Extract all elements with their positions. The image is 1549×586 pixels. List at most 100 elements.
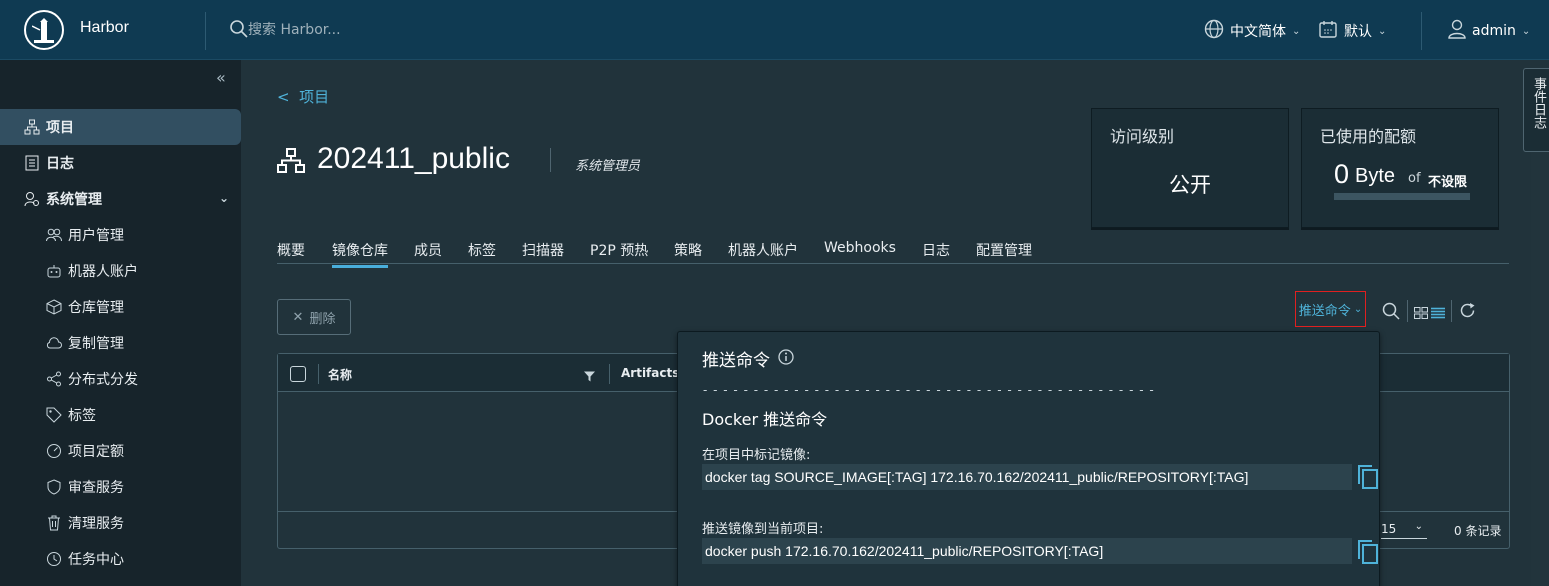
sidebar-item-labels[interactable]: 标签	[0, 397, 241, 433]
tab-summary[interactable]: 概要	[277, 240, 305, 260]
sidebar-item-label: 分布式分发	[68, 372, 138, 388]
project-title: 202411_public	[317, 142, 510, 175]
column-artifacts[interactable]: Artifacts	[621, 366, 679, 380]
tag-icon	[46, 407, 62, 423]
tag-command[interactable]: docker tag SOURCE_IMAGE[:TAG] 172.16.70.…	[702, 464, 1352, 490]
user-menu[interactable]: admin ⌄	[1448, 19, 1530, 43]
column-separator	[318, 364, 319, 384]
push-command-label-text: 推送镜像到当前项目:	[702, 522, 824, 537]
title-divider	[550, 148, 551, 172]
card-view-icon[interactable]	[1414, 304, 1428, 323]
sidebar-item-label: 审查服务	[68, 480, 124, 496]
copy-icon[interactable]	[1358, 540, 1378, 568]
push-command-popover: 推送命令 - - - - - - - - - - - - - - - - - -…	[677, 331, 1380, 586]
tab-configuration[interactable]: 配置管理	[976, 240, 1032, 260]
sidebar-item-label: 标签	[68, 408, 96, 424]
tag-command-label: 在项目中标记镜像:	[702, 448, 811, 463]
sidebar-item-projects[interactable]: 项目	[0, 109, 241, 145]
toolbar-divider	[1451, 300, 1452, 322]
refresh-icon[interactable]	[1459, 302, 1476, 323]
sidebar-item-logs[interactable]: 日志	[0, 145, 241, 181]
quota-limit: 不设限	[1428, 175, 1468, 190]
gauge-icon	[46, 443, 62, 459]
filter-icon[interactable]	[584, 367, 595, 386]
tab-scanner[interactable]: 扫描器	[522, 240, 564, 260]
quota-progress-bar	[1334, 193, 1470, 200]
chevron-down-icon: ⌄	[1292, 25, 1301, 37]
sidebar-item-admin[interactable]: 系统管理 ⌄	[0, 181, 241, 217]
event-log-tab[interactable]: 事件日志	[1523, 68, 1549, 152]
back-to-projects-link[interactable]: < 项目	[277, 86, 329, 107]
admin-icon	[24, 191, 40, 207]
access-level-value: 公开	[1169, 173, 1211, 197]
copy-icon[interactable]	[1358, 465, 1378, 493]
page-size-select[interactable]: 15 ⌄	[1381, 521, 1427, 539]
sidebar-item-cleanup[interactable]: 清理服务	[0, 505, 241, 541]
sidebar-item-label: 清理服务	[68, 516, 124, 532]
sidebar-item-registries[interactable]: 仓库管理	[0, 289, 241, 325]
list-view-icon[interactable]	[1431, 304, 1445, 323]
quota-of: of	[1408, 171, 1421, 186]
access-level-title: 访问级别	[1110, 127, 1175, 146]
tab-policy[interactable]: 策略	[674, 240, 702, 260]
tab-logs[interactable]: 日志	[922, 240, 950, 260]
users-icon	[46, 227, 62, 243]
language-label: 中文简体	[1230, 24, 1286, 40]
popover-title: 推送命令	[702, 351, 770, 371]
scrollbar[interactable]	[1531, 152, 1549, 586]
sidebar-item-label: 任务中心	[68, 552, 124, 568]
page-size-value: 15	[1381, 522, 1397, 536]
quota-title: 已使用的配额	[1320, 127, 1417, 146]
tab-labels[interactable]: 标签	[468, 240, 496, 260]
chevron-down-icon: ⌄	[1378, 25, 1387, 37]
delete-label: 删除	[309, 311, 336, 327]
theme-switcher[interactable]: 默认 ⌄	[1318, 19, 1386, 43]
header-divider	[1421, 12, 1422, 50]
language-switcher[interactable]: 中文简体 ⌄	[1204, 19, 1300, 43]
top-header: Harbor 中文简体 ⌄ 默认 ⌄ admin ⌄	[0, 0, 1549, 60]
select-all-checkbox[interactable]	[290, 366, 306, 382]
header-divider	[205, 12, 206, 50]
sidebar-item-quotas[interactable]: 项目定额	[0, 433, 241, 469]
sidebar-item-replication[interactable]: 复制管理	[0, 325, 241, 361]
tab-robot-accounts[interactable]: 机器人账户	[728, 240, 798, 260]
event-log-label: 事件日志	[1531, 77, 1546, 129]
project-role: 系统管理员	[575, 159, 641, 174]
column-name[interactable]: 名称	[328, 366, 352, 383]
sidebar-item-label: 项目	[46, 120, 74, 136]
delete-button[interactable]: ✕ 删除	[277, 299, 351, 335]
toolbar-divider	[1407, 300, 1408, 322]
sidebar-item-distribution[interactable]: 分布式分发	[0, 361, 241, 397]
sidebar-item-label: 复制管理	[68, 336, 124, 352]
project-icon	[24, 119, 40, 135]
docker-heading: Docker 推送命令	[702, 410, 828, 429]
tab-webhooks[interactable]: Webhooks	[824, 240, 896, 256]
chevron-down-icon: ⌄	[218, 191, 229, 205]
sidebar-item-job-center[interactable]: 任务中心	[0, 541, 241, 577]
sidebar-item-robot-accounts[interactable]: 机器人账户	[0, 253, 241, 289]
tab-members[interactable]: 成员	[414, 240, 442, 260]
tab-repositories[interactable]: 镜像仓库	[332, 240, 388, 268]
sidebar-item-label: 系统管理	[46, 192, 102, 208]
collapse-sidebar-icon[interactable]: «	[216, 68, 226, 87]
search-input[interactable]	[248, 19, 548, 41]
search-icon[interactable]	[230, 20, 248, 42]
sidebar-item-users[interactable]: 用户管理	[0, 217, 241, 253]
cloud-icon	[46, 335, 62, 351]
project-tabs: 概要 镜像仓库 成员 标签 扫描器 P2P 预热 策略 机器人账户 Webhoo…	[277, 238, 1509, 268]
push-command[interactable]: docker push 172.16.70.162/202411_public/…	[702, 538, 1352, 564]
popover-divider: - - - - - - - - - - - - - - - - - - - - …	[703, 383, 1155, 397]
sidebar-item-interrogation[interactable]: 审查服务	[0, 469, 241, 505]
brand-name[interactable]: Harbor	[80, 19, 129, 37]
info-icon[interactable]	[778, 349, 794, 369]
push-command-button[interactable]: 推送命令 ⌄	[1295, 291, 1366, 327]
project-icon	[277, 148, 305, 178]
tab-p2p-preheat[interactable]: P2P 预热	[590, 240, 648, 260]
share-icon	[46, 371, 62, 387]
harbor-logo[interactable]	[24, 10, 64, 50]
chevron-down-icon: ⌄	[1414, 521, 1423, 532]
search-icon[interactable]	[1382, 302, 1400, 324]
log-icon	[24, 155, 40, 171]
calendar-icon	[1318, 19, 1338, 43]
sidebar-item-label: 仓库管理	[68, 300, 124, 316]
